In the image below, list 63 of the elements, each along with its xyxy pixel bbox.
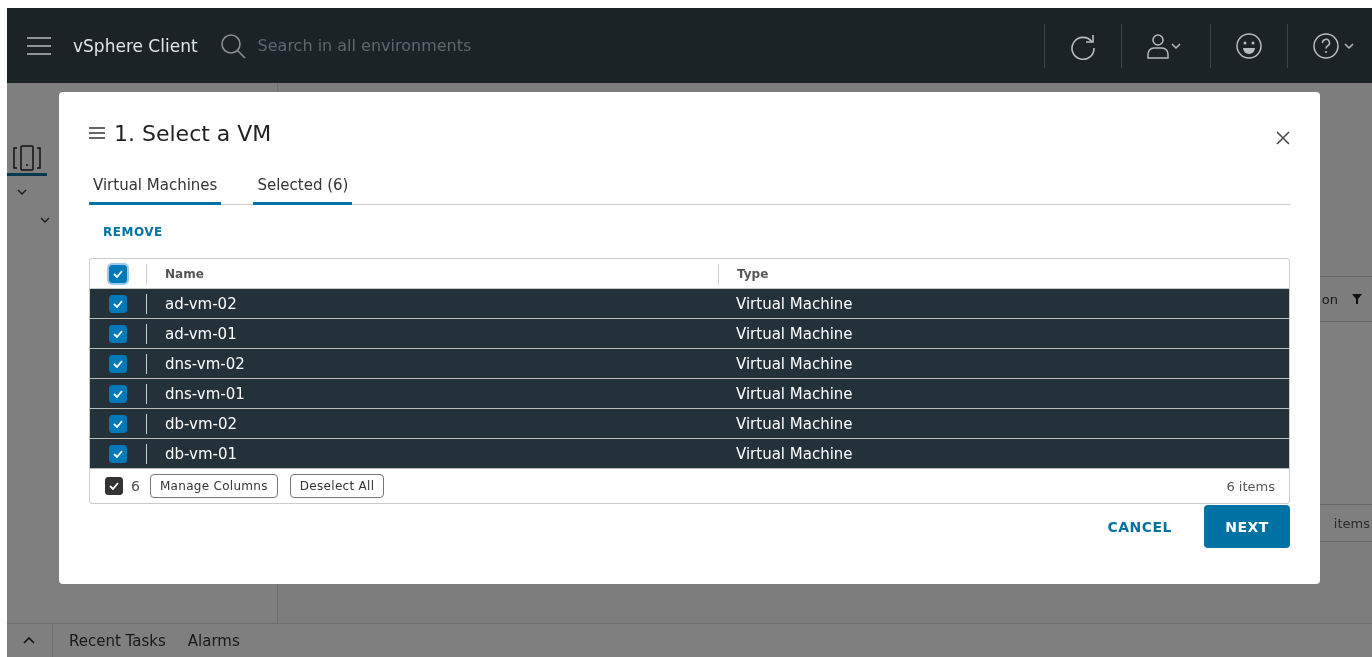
row-checkbox[interactable] <box>109 414 127 433</box>
checkmark-icon <box>113 389 123 398</box>
checkmark-icon <box>113 269 123 278</box>
table-row[interactable]: dns-vm-02 Virtual Machine <box>90 349 1289 379</box>
checkmark-icon <box>109 482 119 490</box>
grid-button[interactable]: Manage Columns <box>149 474 278 498</box>
table-cell-text: dns-vm-01 <box>164 384 246 403</box>
close-icon[interactable] <box>1276 131 1290 145</box>
table-cell-text: dns-vm-02 <box>164 354 246 373</box>
table-cell-text: Virtual Machine <box>735 414 853 433</box>
select-all-checkbox[interactable] <box>109 264 127 283</box>
table-cell-text: Virtual Machine <box>735 384 853 403</box>
panel-tab[interactable]: Alarms <box>187 631 240 650</box>
device-icon[interactable] <box>13 145 41 171</box>
grid-button[interactable]: Deselect All <box>289 474 385 498</box>
menu-icon[interactable] <box>27 35 51 56</box>
menu-icon[interactable] <box>89 127 105 139</box>
cancel-button[interactable]: CANCEL <box>1087 518 1192 535</box>
row-checkbox[interactable] <box>109 354 127 373</box>
checkmark-icon <box>113 449 123 458</box>
help-menu-icon[interactable] <box>1312 31 1356 60</box>
item-count: 6 items <box>1226 478 1275 494</box>
panel-tab[interactable]: Recent Tasks <box>69 631 166 650</box>
next-button[interactable]: NEXT <box>1204 505 1290 548</box>
filter-icon[interactable] <box>1352 294 1362 304</box>
row-checkbox[interactable] <box>109 384 127 403</box>
table-cell-text: db-vm-01 <box>164 444 239 463</box>
selected-count: 6 <box>131 478 140 494</box>
table-cell-text: Virtual Machine <box>735 354 853 373</box>
column-header[interactable]: on <box>1321 291 1338 307</box>
chevron-down-icon[interactable] <box>17 189 27 195</box>
column-header[interactable]: Type <box>719 266 769 281</box>
checkmark-icon <box>113 299 123 308</box>
chevron-down-icon[interactable] <box>40 217 50 223</box>
app-title[interactable]: vSphere Client <box>73 35 198 56</box>
table-cell-text: db-vm-02 <box>164 414 239 433</box>
selection-checkbox[interactable] <box>105 477 123 495</box>
table-row[interactable]: dns-vm-01 Virtual Machine <box>90 379 1289 409</box>
dialog-title: 1. Select a VM <box>114 120 272 146</box>
checkmark-icon <box>113 359 123 368</box>
table-row[interactable]: db-vm-01 Virtual Machine <box>90 439 1289 469</box>
table-row[interactable]: ad-vm-01 Virtual Machine <box>90 319 1289 349</box>
column-header[interactable]: Name <box>147 266 718 281</box>
table-cell-text: ad-vm-01 <box>164 324 238 343</box>
table-row[interactable]: ad-vm-02 Virtual Machine <box>90 289 1289 319</box>
tab[interactable]: Selected (6) <box>253 170 353 205</box>
chevron-up-icon[interactable] <box>23 637 35 644</box>
table-cell-text: Virtual Machine <box>735 324 853 343</box>
smiley-icon[interactable] <box>1235 31 1263 60</box>
table-row[interactable]: db-vm-02 Virtual Machine <box>90 409 1289 439</box>
checkmark-icon <box>113 419 123 428</box>
item-count: items <box>1333 515 1370 531</box>
table-cell-text: Virtual Machine <box>735 444 853 463</box>
remove-link[interactable]: REMOVE <box>103 225 163 239</box>
search-field[interactable]: Search in all environments <box>255 35 560 56</box>
row-checkbox[interactable] <box>109 294 127 313</box>
tab[interactable]: Virtual Machines <box>89 170 222 205</box>
row-checkbox[interactable] <box>109 324 127 343</box>
table-cell-text: ad-vm-02 <box>164 294 238 313</box>
row-checkbox[interactable] <box>109 444 127 463</box>
table-cell-text: Virtual Machine <box>735 294 853 313</box>
search-icon <box>219 32 246 59</box>
checkmark-icon <box>113 329 123 338</box>
